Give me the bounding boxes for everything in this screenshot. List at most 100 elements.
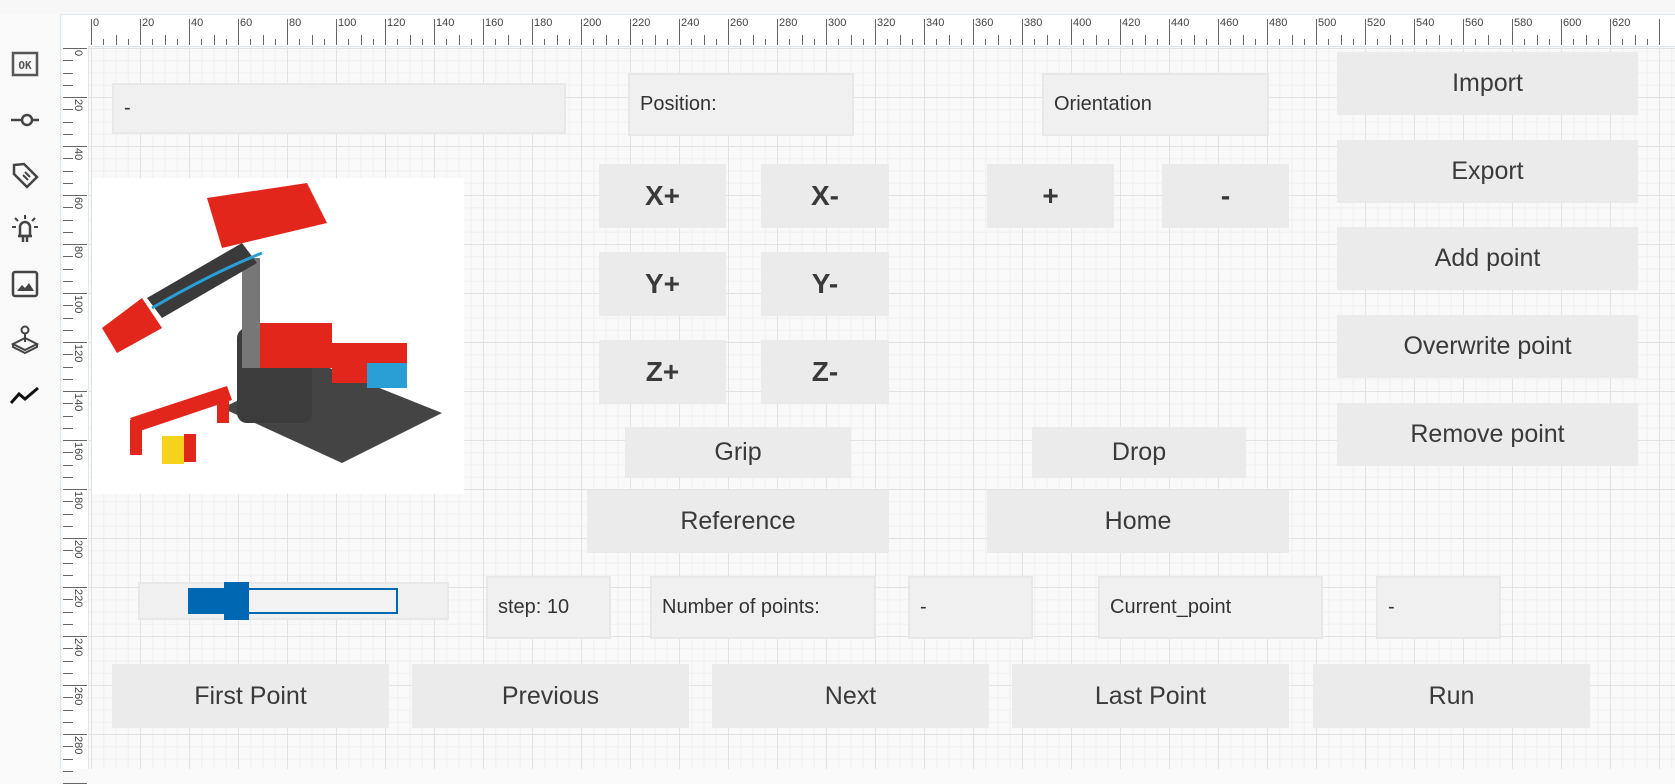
ruler-tick — [1303, 39, 1305, 45]
ruler-tick — [544, 39, 546, 45]
ruler-label: 220 — [632, 17, 651, 29]
ruler-tick — [1107, 39, 1109, 45]
ruler-tick — [1622, 39, 1624, 45]
ruler-tick — [348, 39, 350, 45]
ruler-tick — [728, 19, 729, 45]
ruler-tick — [1524, 39, 1526, 45]
ruler-label: 480 — [1269, 17, 1288, 29]
ruler-label: 340 — [926, 17, 945, 29]
ruler-tick — [1450, 39, 1452, 45]
light-icon[interactable] — [10, 214, 40, 244]
x-minus-button[interactable]: X- — [761, 164, 889, 228]
z-plus-button[interactable]: Z+ — [599, 340, 726, 404]
ruler-tick — [666, 39, 668, 45]
ruler-tick — [875, 19, 876, 45]
ruler-tick — [495, 39, 497, 45]
ruler-tick — [1156, 39, 1158, 45]
ruler-tick — [1573, 39, 1575, 45]
ruler-tick — [63, 758, 73, 760]
y-minus-button[interactable]: Y- — [761, 252, 889, 316]
orientation-label: Orientation — [1042, 73, 1269, 136]
ruler-tick — [1463, 19, 1464, 45]
ruler-tick — [63, 587, 87, 588]
ruler-tick — [287, 19, 288, 45]
previous-button[interactable]: Previous — [412, 664, 689, 728]
home-button[interactable]: Home — [987, 490, 1289, 553]
ruler-tick — [1365, 19, 1366, 45]
ruler-tick — [911, 39, 913, 45]
ruler-tick — [91, 19, 92, 45]
x-plus-button[interactable]: X+ — [599, 164, 726, 228]
remove-point-button[interactable]: Remove point — [1337, 403, 1638, 466]
ruler-tick — [446, 39, 448, 45]
grip-button[interactable]: Grip — [625, 427, 851, 478]
ruler-tick — [1340, 35, 1342, 45]
step-label: step: 10 — [486, 576, 611, 639]
ruler-tick — [63, 525, 73, 527]
position-label: Position: — [628, 73, 854, 136]
ruler-label: 40 — [191, 17, 204, 29]
widget-sidebar: OK — [0, 14, 61, 769]
chart-line-icon[interactable] — [10, 380, 40, 410]
svg-text:OK: OK — [18, 59, 32, 72]
ruler-tick — [1071, 19, 1072, 45]
ruler-tick — [63, 489, 87, 490]
drop-button[interactable]: Drop — [1032, 427, 1246, 478]
ruler-tick — [63, 195, 87, 196]
export-button[interactable]: Export — [1337, 140, 1638, 203]
ruler-tick — [63, 770, 73, 772]
slider-icon[interactable] — [10, 105, 40, 135]
ruler-tick — [507, 35, 509, 45]
ruler-label: 560 — [1465, 17, 1484, 29]
ruler-tick — [936, 39, 938, 45]
y-plus-button[interactable]: Y+ — [599, 252, 726, 316]
ruler-label: 40 — [72, 148, 84, 161]
ruler-tick — [1169, 19, 1170, 45]
ruler-tick — [752, 35, 754, 45]
ruler-tick — [826, 19, 827, 45]
ruler-tick — [850, 35, 852, 45]
ruler-tick — [63, 464, 73, 466]
ruler-tick — [63, 709, 73, 711]
ruler-tick — [63, 660, 73, 662]
ruler-tick — [1316, 19, 1317, 45]
ruler-label: 120 — [72, 344, 84, 363]
tag-icon[interactable] — [10, 160, 40, 190]
first-point-button[interactable]: First Point — [112, 664, 389, 728]
ruler-label: 60 — [240, 17, 253, 29]
next-button[interactable]: Next — [712, 664, 989, 728]
number-of-points-value: - — [908, 576, 1033, 639]
orientation-plus-button[interactable]: + — [987, 164, 1114, 228]
add-point-button[interactable]: Add point — [1337, 227, 1638, 290]
image-icon[interactable] — [10, 269, 40, 299]
joystick-icon[interactable] — [10, 325, 40, 355]
ruler-tick — [1034, 39, 1036, 45]
run-button[interactable]: Run — [1313, 664, 1590, 728]
ruler-tick — [127, 39, 129, 45]
current-point-value: - — [1376, 576, 1501, 639]
ruler-label: 200 — [583, 17, 602, 29]
current-point-label: Current_point — [1098, 576, 1323, 639]
ruler-tick — [985, 39, 987, 45]
ruler-tick — [1659, 19, 1660, 45]
z-minus-button[interactable]: Z- — [761, 340, 889, 404]
ok-button-icon[interactable]: OK — [10, 49, 40, 79]
last-point-button[interactable]: Last Point — [1012, 664, 1289, 728]
ruler-tick — [1610, 19, 1611, 45]
ruler-tick — [838, 39, 840, 45]
ruler-tick — [1218, 19, 1219, 45]
ruler-label: 220 — [72, 589, 84, 608]
ruler-tick — [63, 268, 73, 270]
import-button[interactable]: Import — [1337, 52, 1638, 115]
step-slider-thumb[interactable] — [224, 582, 250, 620]
ruler-tick — [201, 39, 203, 45]
ruler-tick — [715, 39, 717, 45]
ruler-tick — [63, 685, 87, 686]
orientation-minus-button[interactable]: - — [1162, 164, 1289, 228]
ruler-tick — [385, 19, 386, 45]
overwrite-point-button[interactable]: Overwrite point — [1337, 315, 1638, 378]
reference-button[interactable]: Reference — [587, 490, 889, 553]
ruler-tick — [1181, 39, 1183, 45]
ruler-tick — [63, 366, 73, 368]
ruler-tick — [1267, 19, 1268, 45]
